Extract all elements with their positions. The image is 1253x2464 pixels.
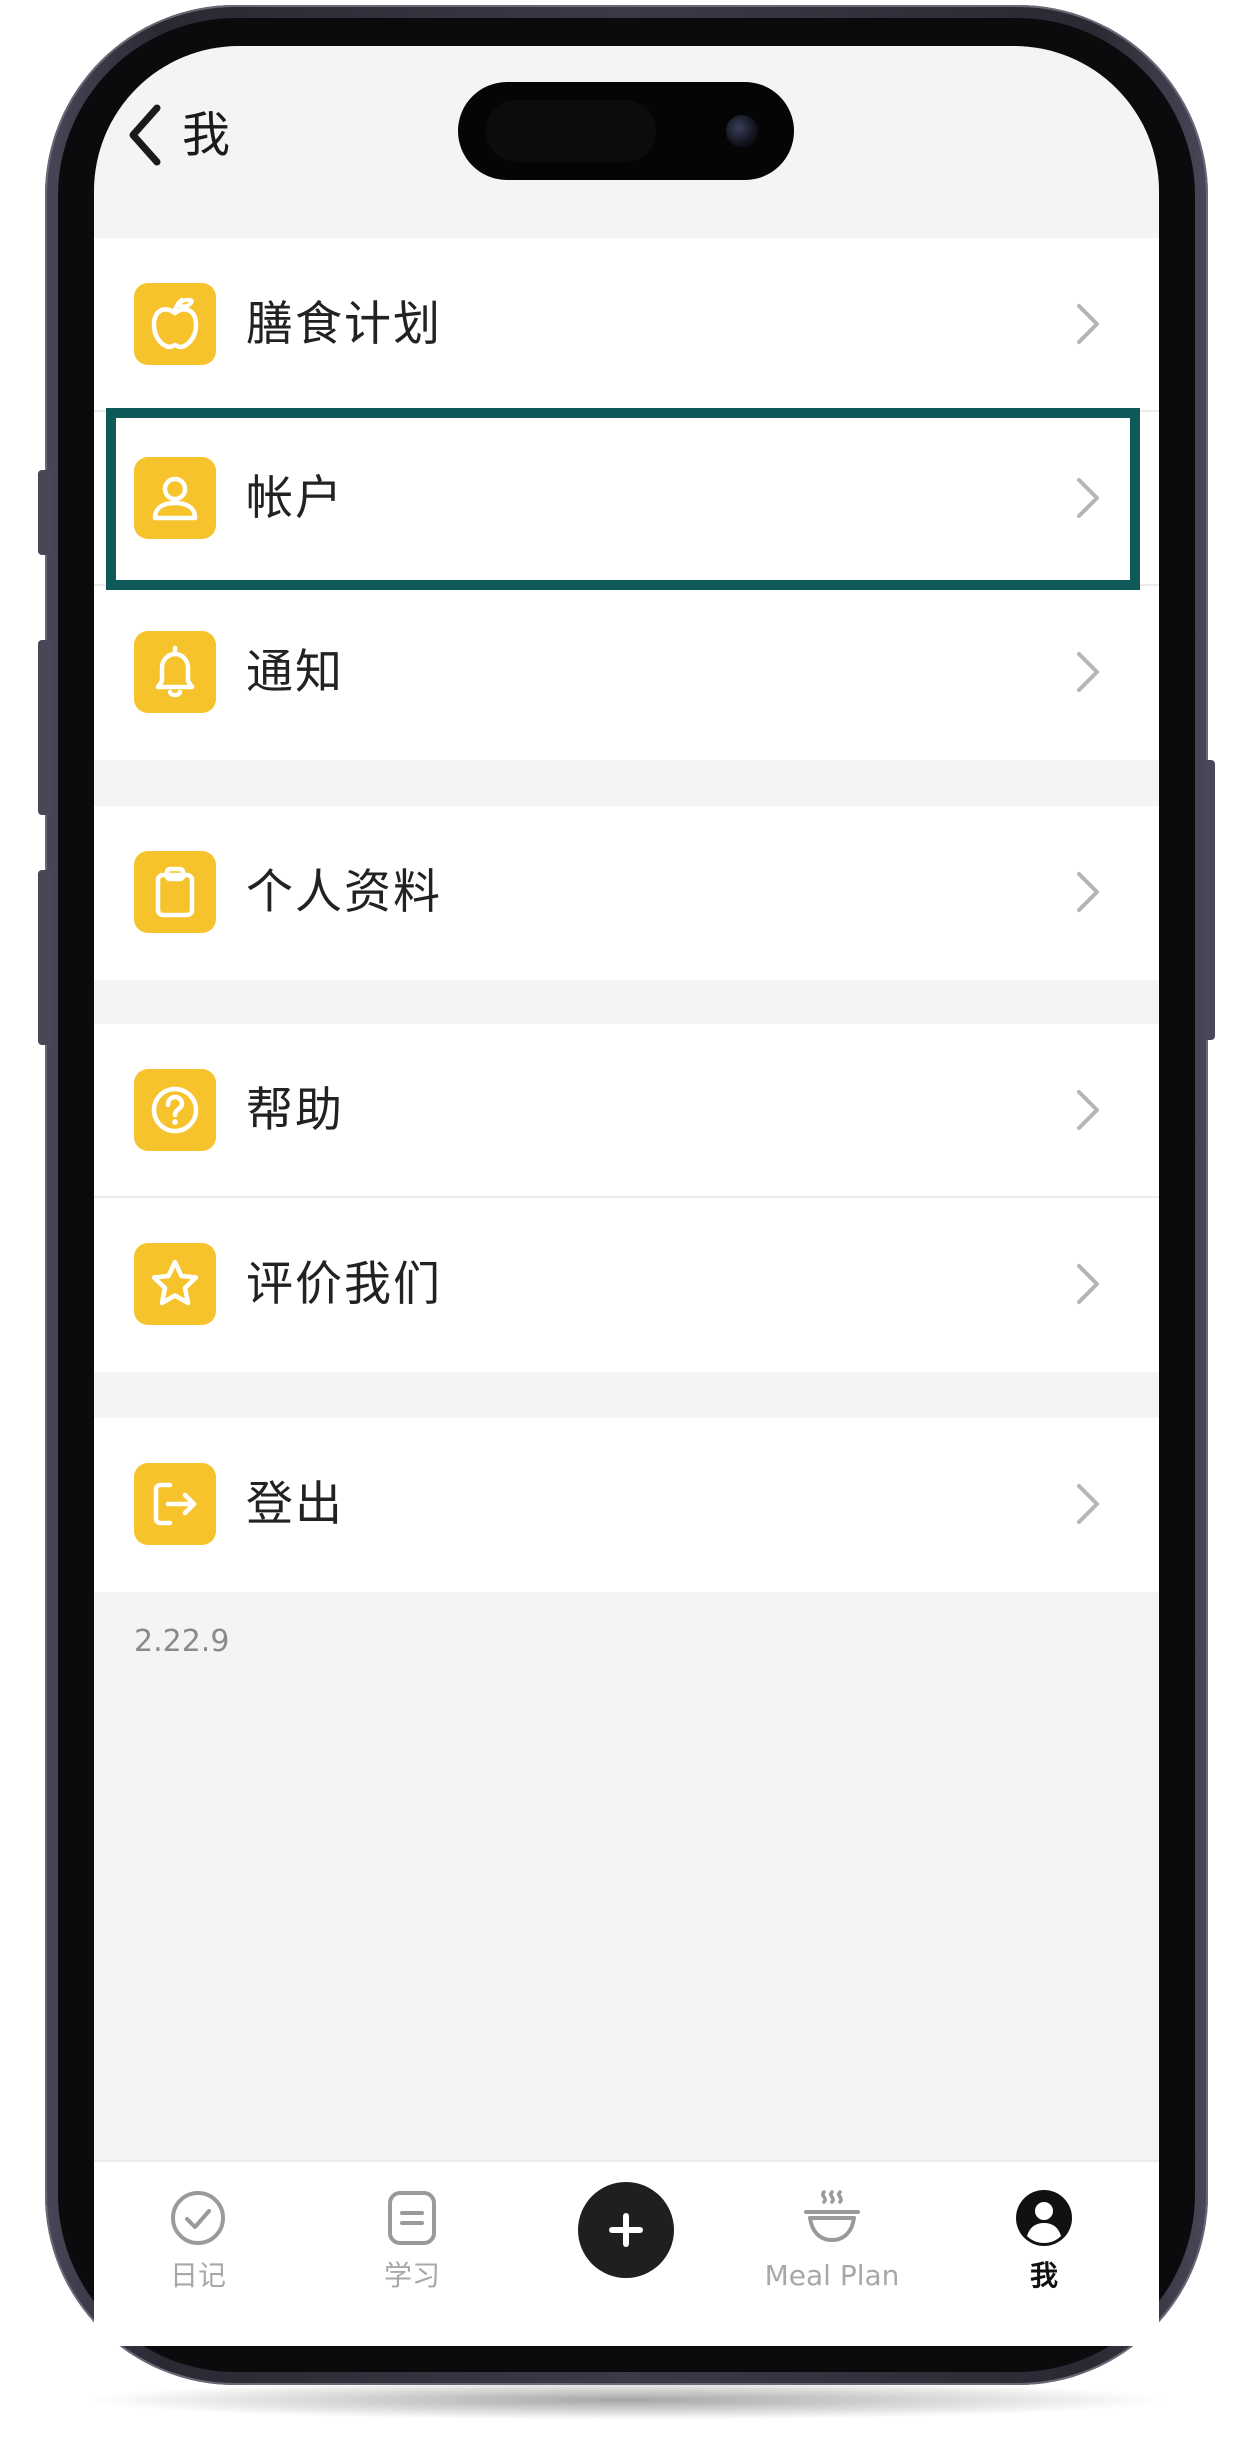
chevron-right-icon xyxy=(1077,1484,1099,1524)
chevron-left-icon xyxy=(129,104,161,166)
account-highlight-box xyxy=(106,408,1140,590)
menu-item-meal-plan[interactable]: 膳食计划 xyxy=(94,238,1159,412)
menu-item-logout[interactable]: 登出 xyxy=(94,1418,1159,1592)
dynamic-island xyxy=(458,82,794,180)
bowl-icon xyxy=(804,2190,860,2242)
tab-learn[interactable]: 学习 xyxy=(332,2176,492,2316)
menu-item-label: 登出 xyxy=(246,1477,344,1532)
menu-group-profile: 个人资料 xyxy=(94,806,1159,980)
volume-up-button xyxy=(38,640,50,815)
menu-item-label: 通知 xyxy=(246,645,344,700)
menu-group-support: 帮助 评价我们 xyxy=(94,1024,1159,1372)
apple-icon xyxy=(134,283,216,365)
tab-meal-plan[interactable]: Meal Plan xyxy=(752,2176,912,2316)
chevron-right-icon xyxy=(1077,1090,1099,1130)
document-icon xyxy=(388,2191,436,2245)
chevron-right-icon xyxy=(1077,652,1099,692)
tab-bar: 日记 学习 Meal Plan 我 xyxy=(94,2160,1159,2346)
tab-label: 学习 xyxy=(383,2259,440,2292)
menu-item-label: 个人资料 xyxy=(246,865,442,920)
tab-label: Meal Plan xyxy=(764,2259,900,2292)
menu-item-profile[interactable]: 个人资料 xyxy=(94,806,1159,980)
add-button[interactable] xyxy=(578,2182,674,2278)
menu-item-rate-us[interactable]: 评价我们 xyxy=(94,1198,1159,1372)
check-circle-icon xyxy=(171,2191,225,2245)
tab-me[interactable]: 我 xyxy=(964,2176,1124,2316)
menu-group-logout: 登出 xyxy=(94,1418,1159,1592)
island-sensor xyxy=(486,100,656,162)
logout-icon xyxy=(134,1463,216,1545)
back-button[interactable] xyxy=(125,102,165,168)
menu-item-label: 评价我们 xyxy=(246,1257,442,1312)
power-button xyxy=(1203,760,1215,1040)
device-shadow xyxy=(80,2380,1173,2420)
tab-label: 我 xyxy=(1029,2259,1058,2292)
plus-icon xyxy=(609,2213,643,2247)
bell-icon xyxy=(134,631,216,713)
camera-lens-icon xyxy=(726,115,758,147)
tab-label: 日记 xyxy=(169,2259,226,2292)
action-button xyxy=(38,470,50,555)
chevron-right-icon xyxy=(1077,1264,1099,1304)
volume-down-button xyxy=(38,870,50,1045)
clipboard-icon xyxy=(134,851,216,933)
app-version: 2.22.9 xyxy=(134,1624,230,1659)
profile-icon xyxy=(1016,2190,1072,2246)
star-icon xyxy=(134,1243,216,1325)
page-title: 我 xyxy=(182,107,231,163)
menu-item-label: 膳食计划 xyxy=(246,297,442,352)
tab-diary[interactable]: 日记 xyxy=(118,2176,278,2316)
menu-item-help[interactable]: 帮助 xyxy=(94,1024,1159,1198)
menu-item-notifications[interactable]: 通知 xyxy=(94,586,1159,760)
question-icon xyxy=(134,1069,216,1151)
device-stage: 我 膳食计划 帐户 通知 个人资料 帮助 评价我们 登出 2.22.9 日记 学… xyxy=(0,0,1253,2464)
chevron-right-icon xyxy=(1077,304,1099,344)
menu-item-label: 帮助 xyxy=(246,1083,344,1138)
chevron-right-icon xyxy=(1077,872,1099,912)
